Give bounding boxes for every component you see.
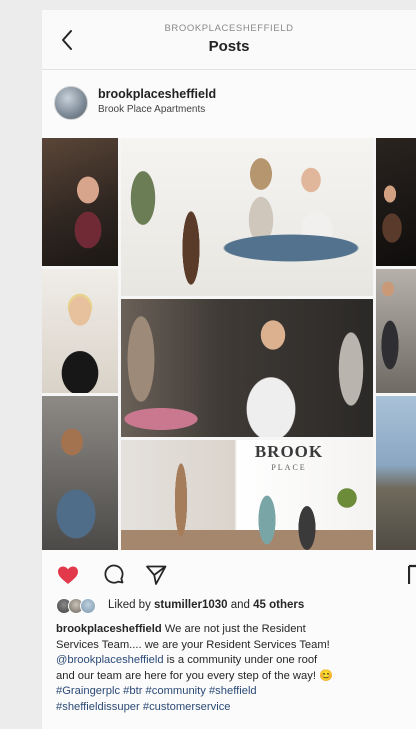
account-handle: BROOKPLACESHEFFIELD [164, 23, 294, 34]
page-title: Posts [208, 38, 250, 55]
collage-photo-8 [376, 269, 416, 393]
caption-hashtags[interactable]: #sheffieldissuper #customerservice [56, 700, 416, 716]
post-actions [42, 555, 416, 595]
caption-mention[interactable]: @brookplacesheffield [56, 654, 164, 666]
bookmark-icon[interactable] [407, 563, 416, 587]
likes-count[interactable]: 45 others [253, 599, 304, 611]
heart-filled-icon[interactable] [56, 563, 80, 587]
collage-photo-1 [42, 138, 118, 266]
liker-username[interactable]: stumiller1030 [154, 599, 228, 611]
likes-row[interactable]: Liked by stumiller1030 and 45 others [42, 595, 416, 617]
collage-photo-9 [376, 396, 416, 550]
post-photo[interactable]: BROOK PLACE [42, 138, 416, 550]
paper-plane-icon[interactable] [144, 563, 168, 587]
brook-place-sign: BROOK PLACE [254, 442, 324, 472]
post-header: brookplacesheffield Brook Place Apartmen… [42, 71, 416, 139]
instagram-post-screen: BROOKPLACESHEFFIELD Posts brookplaceshef… [42, 10, 416, 729]
post-username[interactable]: brookplacesheffield [98, 87, 216, 101]
collage-photo-3 [42, 396, 118, 550]
collage-photo-2 [42, 269, 118, 393]
post-caption: brookplacesheffield We are not just the … [56, 622, 416, 716]
caption-hashtags[interactable]: #Graingerplc #btr #community #sheffield [56, 684, 416, 700]
collage-photo-5 [121, 299, 373, 437]
caption-username[interactable]: brookplacesheffield [56, 623, 162, 635]
collage-photo-4 [121, 138, 373, 296]
liker-avatar [80, 598, 96, 614]
comment-bubble-icon[interactable] [102, 563, 126, 587]
likes-text: Liked by stumiller1030 and 45 others [108, 599, 305, 611]
top-bar: BROOKPLACESHEFFIELD Posts [42, 10, 416, 70]
avatar[interactable] [54, 86, 88, 120]
post-location[interactable]: Brook Place Apartments [98, 104, 205, 115]
collage-photo-7 [376, 138, 416, 266]
